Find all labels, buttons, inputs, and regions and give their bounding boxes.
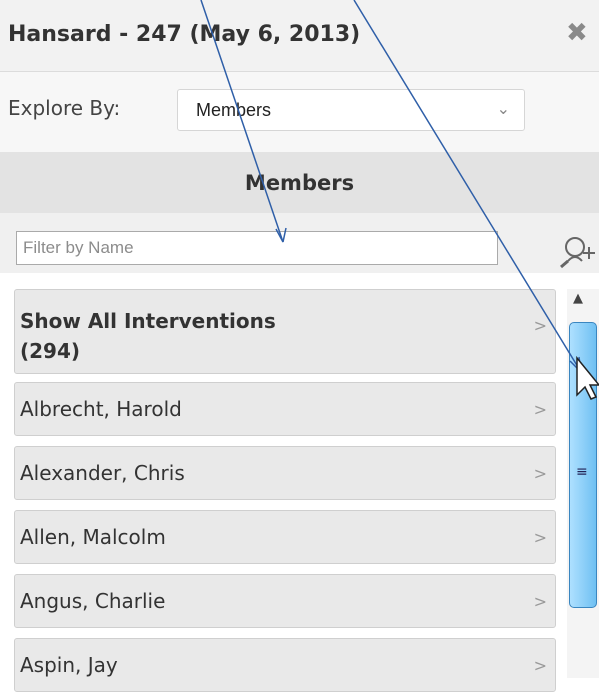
explore-by-value: Members (196, 100, 272, 120)
close-icon[interactable]: ✖ (566, 18, 588, 48)
hansard-panel: Hansard - 247 (May 6, 2013) ✖ Explore By… (0, 0, 599, 692)
list-item-label: Albrecht, Harold (20, 397, 182, 421)
list-item[interactable]: Angus, Charlie > (14, 574, 556, 628)
explore-by-bar: Explore By: Members ⌄ (0, 72, 599, 153)
list-item-label: Aspin, Jay (20, 653, 118, 677)
chevron-right-icon: > (533, 464, 547, 483)
chevron-right-icon: > (533, 316, 547, 335)
scroll-grip-icon: ≡ (576, 464, 588, 480)
scrollbar-thumb[interactable]: ≡ (569, 322, 597, 608)
list-item-label: Show All Interventions (294) (20, 309, 276, 363)
explore-by-label: Explore By: (8, 96, 121, 120)
list-item[interactable]: Alexander, Chris > (14, 446, 556, 500)
chevron-right-icon: > (533, 656, 547, 675)
filter-by-name-input[interactable] (16, 231, 498, 265)
list-item[interactable]: Aspin, Jay > (14, 638, 556, 692)
chevron-down-icon: ⌄ (496, 99, 510, 118)
explore-by-select[interactable]: Members ⌄ (177, 89, 525, 131)
chevron-right-icon: > (533, 528, 547, 547)
list-item-label: Alexander, Chris (20, 461, 185, 485)
chevron-right-icon: > (533, 592, 547, 611)
section-title: Members (244, 171, 355, 195)
section-header: Members (0, 153, 599, 213)
list-item-label: Angus, Charlie (20, 589, 166, 613)
scroll-up-arrow-icon[interactable]: ▲ (573, 291, 583, 306)
list-item[interactable]: Allen, Malcolm > (14, 510, 556, 564)
panel-title: Hansard - 247 (May 6, 2013) (8, 22, 361, 47)
list-item-label: Allen, Malcolm (20, 525, 166, 549)
panel-header: Hansard - 247 (May 6, 2013) ✖ (0, 0, 599, 72)
person-search-icon[interactable] (559, 233, 599, 269)
filter-bar (0, 213, 599, 273)
list-item[interactable]: Albrecht, Harold > (14, 382, 556, 436)
chevron-right-icon: > (533, 400, 547, 419)
list-item-show-all[interactable]: Show All Interventions (294) > (14, 289, 556, 374)
